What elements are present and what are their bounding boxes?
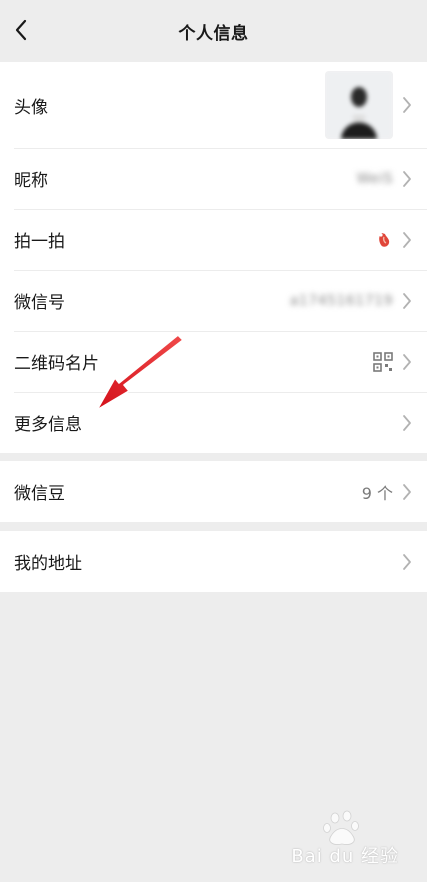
wechat-beans-count: 9 个 [361,483,393,503]
wechat-beans-label: 微信豆 [14,484,65,504]
back-button[interactable] [6,15,36,45]
chevron-right-icon [403,170,411,187]
avatar[interactable] [325,71,393,139]
more-info-row[interactable]: 更多信息 [0,392,427,453]
qr-code-card-row[interactable]: 二维码名片 [0,331,427,392]
wechat-id-value: a1745161719 [289,292,393,309]
pat-row[interactable]: 拍一拍 [0,209,427,270]
wechat-id-row[interactable]: 微信号 a1745161719 [0,270,427,331]
nickname-value: WeiS [356,170,393,187]
my-address-row[interactable]: 我的地址 [0,531,427,592]
qr-code-icon [373,351,393,372]
pat-emoji-icon [379,232,390,247]
qr-code-card-label: 二维码名片 [14,354,99,374]
wechat-id-label: 微信号 [14,293,65,313]
chevron-right-icon [403,414,411,431]
avatar-row[interactable]: 头像 [0,62,427,148]
navigation-bar: 个人信息 [0,0,427,62]
chevron-left-icon [15,19,27,41]
profile-info-group: 头像 昵称 WeiS 拍一拍 微信号 a1745161719 二维码名片 更多信… [0,62,427,453]
pat-label: 拍一拍 [14,232,65,252]
avatar-label: 头像 [14,97,48,118]
chevron-right-icon [403,97,411,113]
profile-screen: 个人信息 头像 昵称 WeiS 拍一拍 微信号 a1745161719 二维码名… [0,0,427,882]
address-group: 我的地址 [0,531,427,592]
nickname-row[interactable]: 昵称 WeiS [0,148,427,209]
chevron-right-icon [403,231,411,248]
baidu-watermark-text: Bai du 经验 [291,846,399,867]
page-title: 个人信息 [178,23,249,44]
chevron-right-icon [403,553,411,570]
chevron-right-icon [403,483,411,500]
chevron-right-icon [403,292,411,309]
more-info-label: 更多信息 [14,415,82,435]
chevron-right-icon [403,353,411,370]
nickname-label: 昵称 [14,171,48,191]
my-address-label: 我的地址 [14,554,82,574]
wechat-beans-group: 微信豆 9 个 [0,461,427,522]
wechat-beans-row[interactable]: 微信豆 9 个 [0,461,427,522]
